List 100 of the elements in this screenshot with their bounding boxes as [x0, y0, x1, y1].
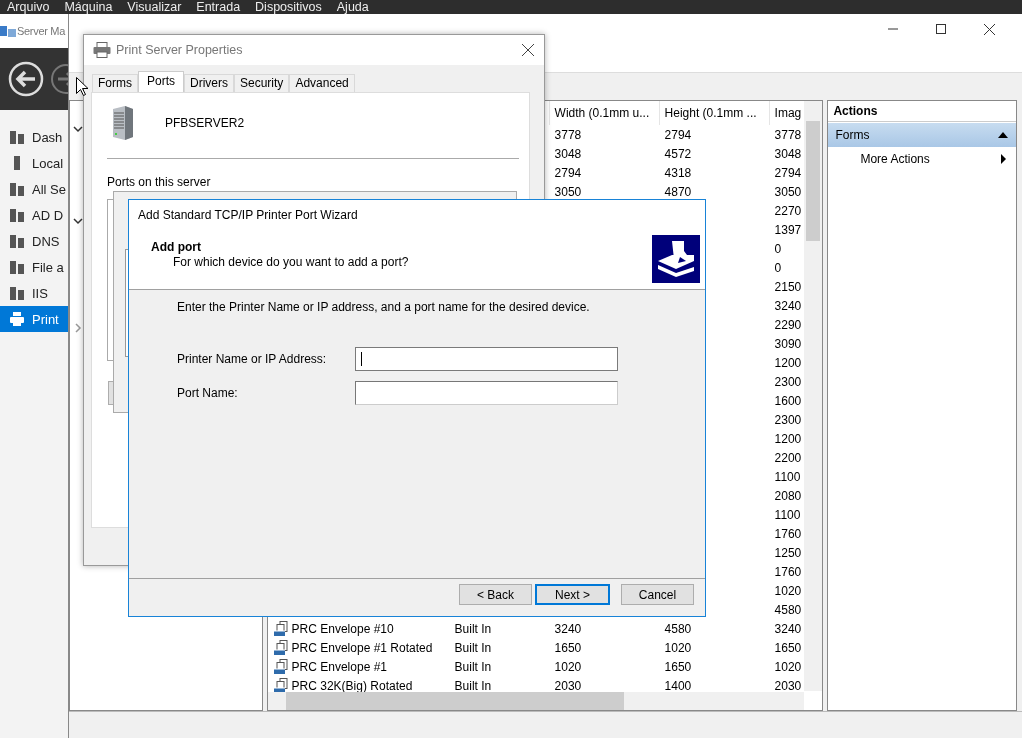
table-cell: 4572: [664, 146, 692, 161]
window-title: Print Server Properties: [116, 43, 244, 57]
menu-item[interactable]: Entrada: [196, 0, 241, 14]
table-cell: 3240: [774, 298, 802, 313]
table-cell: 2290: [774, 317, 802, 332]
scrollbar[interactable]: [267, 692, 805, 710]
table-cell: 1200: [774, 355, 802, 370]
table-cell: 3048: [554, 146, 582, 161]
tab[interactable]: Forms: [92, 74, 138, 92]
table-cell: 3240: [554, 621, 582, 636]
chevron-icon[interactable]: [73, 125, 83, 133]
server-role-icon: [9, 207, 25, 223]
tab[interactable]: Ports: [138, 71, 184, 92]
menu-item[interactable]: Ajuda: [336, 0, 369, 14]
table-cell: 1400: [664, 678, 692, 693]
field-label: Port Name:: [177, 386, 239, 400]
printer-icon: [652, 235, 700, 283]
printer-icon: [93, 42, 111, 58]
menu-item[interactable]: Dispositivos: [255, 0, 322, 14]
table-cell: 1100: [774, 469, 801, 484]
table-cell: 1650: [664, 659, 692, 674]
wizard-button[interactable]: < Back: [459, 584, 532, 605]
window-title: Server Ma: [17, 25, 66, 37]
table-cell: 4870: [664, 184, 692, 199]
table-cell: 1200: [774, 431, 802, 446]
maximize-icon[interactable]: [936, 24, 946, 34]
table-cell: 2794: [664, 127, 692, 142]
sidebar-item[interactable]: Print: [0, 306, 68, 332]
sidebar-item[interactable]: Dash: [0, 124, 68, 150]
scrollbar[interactable]: [804, 101, 823, 691]
form-icon: [272, 620, 289, 637]
table-cell: 0: [774, 260, 782, 275]
action-item[interactable]: More Actions: [828, 147, 1016, 171]
collapse-icon: [998, 132, 1008, 138]
table-cell: 1250: [774, 545, 802, 560]
sidebar-item[interactable]: File a: [0, 254, 68, 280]
form-icon: [272, 658, 289, 675]
sidebar-item[interactable]: All Se: [0, 176, 68, 202]
server-name: PFBSERVER2: [165, 116, 245, 130]
table-cell: 1650: [554, 640, 582, 655]
table-cell: PRC Envelope #1: [291, 659, 387, 674]
table-cell: 2794: [554, 165, 582, 180]
wizard-button[interactable]: Next >: [535, 584, 610, 605]
column-header[interactable]: Width (0.1mm u...: [549, 101, 660, 125]
table-cell: 2200: [774, 450, 802, 465]
table-cell: Built In: [454, 678, 492, 693]
form-icon: [272, 639, 289, 656]
actions-section[interactable]: Forms: [828, 123, 1016, 147]
input-field[interactable]: [355, 347, 618, 371]
sidebar-item[interactable]: IIS: [0, 280, 68, 306]
table-cell: 2030: [774, 678, 802, 693]
table-cell: 2300: [774, 374, 802, 389]
column-header[interactable]: Height (0.1mm ...: [659, 101, 770, 125]
close-icon[interactable]: [984, 23, 995, 35]
menu-item[interactable]: Máquina: [64, 0, 113, 14]
page-heading: Add port: [151, 240, 202, 254]
forward-icon[interactable]: [48, 61, 70, 97]
table-cell: 4580: [774, 602, 802, 617]
table-cell: 1020: [554, 659, 582, 674]
tab[interactable]: Drivers: [184, 74, 234, 92]
table-cell: 3240: [774, 621, 802, 636]
table-cell: PRC Envelope #10: [291, 621, 394, 636]
table-cell: 3778: [554, 127, 582, 142]
table-cell: 1760: [774, 526, 802, 541]
server-role-icon: [9, 311, 25, 327]
table-cell: 1100: [774, 507, 801, 522]
server-role-icon: [9, 259, 25, 275]
table-cell: PRC Envelope #1 Rotated: [291, 640, 433, 655]
chevron-icon[interactable]: [73, 217, 83, 225]
tab[interactable]: Security: [234, 74, 290, 92]
menu-item[interactable]: Arquivo: [7, 0, 50, 14]
table-cell: 1650: [774, 640, 802, 655]
server-role-icon: [9, 233, 25, 249]
table-cell: 2150: [774, 279, 802, 294]
server-manager-icon: [0, 24, 16, 38]
sidebar-item[interactable]: AD D: [0, 202, 68, 228]
server-icon: [111, 106, 133, 140]
table-cell: 3050: [554, 184, 582, 199]
table-cell: 1020: [774, 583, 802, 598]
sidebar-item[interactable]: Local: [0, 150, 68, 176]
table-cell: 1397: [774, 222, 802, 237]
sidebar-item[interactable]: DNS: [0, 228, 68, 254]
table-cell: 1020: [774, 659, 802, 674]
panel-title: Actions: [828, 101, 1016, 122]
table-cell: 1600: [774, 393, 802, 408]
table-cell: 2030: [554, 678, 582, 693]
table-cell: 2794: [774, 165, 802, 180]
table-cell: 4580: [664, 621, 692, 636]
table-cell: 3048: [774, 146, 802, 161]
table-cell: 2080: [774, 488, 802, 503]
input-field[interactable]: [355, 381, 618, 405]
close-icon[interactable]: [522, 44, 534, 56]
server-role-icon: [9, 285, 25, 301]
wizard-button[interactable]: Cancel: [621, 584, 694, 605]
menu-item[interactable]: Visualizar: [127, 0, 182, 14]
window-title: Add Standard TCP/IP Printer Port Wizard: [129, 200, 705, 229]
back-icon[interactable]: [8, 61, 44, 97]
column-header[interactable]: Imag: [769, 101, 806, 125]
submenu-icon: [1001, 154, 1006, 164]
tab[interactable]: Advanced: [289, 74, 355, 92]
